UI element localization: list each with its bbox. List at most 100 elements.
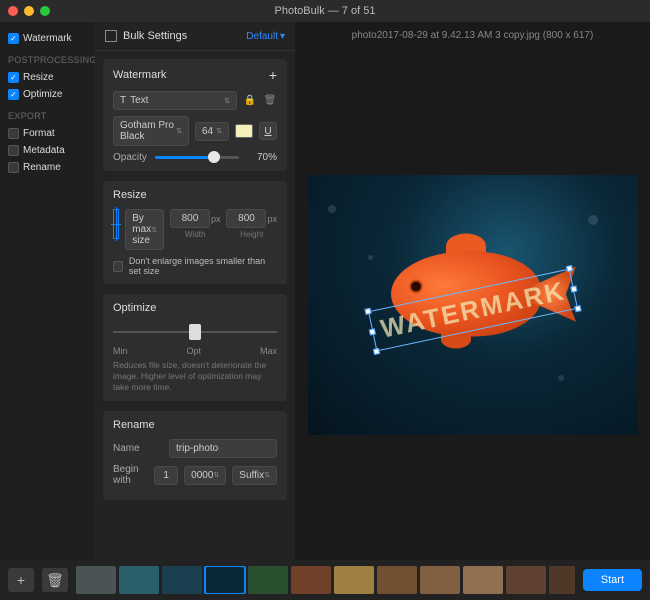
thumbnail[interactable] — [377, 566, 417, 594]
thumbnail[interactable] — [463, 566, 503, 594]
bulk-icon — [105, 30, 117, 42]
resize-anchor[interactable] — [113, 209, 119, 239]
unit-label: px — [267, 214, 277, 224]
unit-label: px — [211, 214, 221, 224]
sidebar-item-resize[interactable]: ✓ Resize — [6, 69, 89, 86]
chevron-updown-icon: ⇅ — [213, 471, 219, 479]
preview-pane: photo2017-08-29 at 9.42.13 AM 3 copy.jpg… — [295, 22, 650, 560]
sidebar-heading-export: EXPORT — [8, 111, 87, 121]
sidebar-item-label: Format — [23, 128, 55, 139]
settings-title: Bulk Settings — [123, 30, 187, 42]
name-input[interactable]: trip-photo — [169, 439, 277, 458]
chevron-updown-icon: ⇅ — [216, 127, 222, 135]
suffix-dropdown[interactable]: Suffix ⇅ — [232, 466, 277, 485]
resize-handle[interactable] — [364, 307, 371, 314]
sidebar-item-metadata[interactable]: Metadata — [6, 142, 89, 159]
optimize-max-label: Max — [260, 346, 277, 356]
trash-icon[interactable]: 🗑 — [263, 94, 277, 108]
color-swatch[interactable] — [235, 124, 253, 138]
checkbox-icon[interactable] — [8, 162, 19, 173]
add-button[interactable]: + — [8, 568, 34, 592]
checkbox-icon[interactable]: ✓ — [8, 33, 19, 44]
preview-image[interactable]: WATERMARK — [308, 175, 638, 435]
sidebar-item-optimize[interactable]: ✓ Optimize — [6, 86, 89, 103]
delete-button[interactable]: 🗑 — [42, 568, 68, 592]
font-label: Gotham Pro Black — [120, 120, 176, 142]
resize-handle[interactable] — [372, 348, 379, 355]
minimize-icon[interactable] — [24, 6, 34, 16]
thumbnail[interactable] — [162, 566, 202, 594]
thumbnail[interactable] — [119, 566, 159, 594]
settings-column: Bulk Settings Default ▾ Watermark + T — [95, 22, 295, 560]
sidebar-item-format[interactable]: Format — [6, 125, 89, 142]
sidebar-item-label: Rename — [23, 162, 61, 173]
chevron-updown-icon: ⇅ — [176, 127, 182, 135]
sidebar-item-label: Metadata — [23, 145, 65, 156]
lock-icon[interactable]: 🔒 — [243, 94, 257, 108]
resize-handle[interactable] — [565, 265, 572, 272]
thumbnail[interactable] — [420, 566, 460, 594]
resize-handle[interactable] — [368, 328, 375, 335]
sidebar-item-label: Watermark — [23, 33, 72, 44]
digits-label: 0000 — [191, 470, 213, 481]
checkbox-icon[interactable] — [8, 145, 19, 156]
preset-label: Default — [246, 31, 278, 42]
window-controls — [0, 6, 50, 16]
width-input[interactable]: 800 — [170, 209, 210, 228]
watermark-type-dropdown[interactable]: T Text ⇅ — [113, 91, 237, 110]
close-icon[interactable] — [8, 6, 18, 16]
preview-filename: photo2017-08-29 at 9.42.13 AM 3 copy.jpg… — [295, 22, 650, 49]
sidebar-item-label: Resize — [23, 72, 54, 83]
checkbox-icon[interactable]: ✓ — [8, 89, 19, 100]
underline-button[interactable]: U — [259, 122, 277, 140]
opacity-value: 70% — [247, 152, 277, 163]
thumbnail[interactable] — [549, 566, 575, 594]
panel-resize: Resize By max size ⇅ 800 px Width — [103, 181, 287, 284]
panel-optimize: Optimize Min Opt Max Reduces file size, … — [103, 294, 287, 401]
font-size-value: 64 — [202, 126, 213, 137]
footer: + 🗑 Start — [0, 560, 650, 600]
chevron-updown-icon: ⇅ — [151, 226, 157, 234]
add-watermark-button[interactable]: + — [269, 67, 277, 83]
panel-title: Resize — [113, 189, 147, 201]
name-label: Name — [113, 443, 163, 454]
opacity-slider[interactable] — [155, 156, 239, 159]
panel-watermark: Watermark + T Text ⇅ 🔒 🗑 — [103, 59, 287, 171]
sidebar-item-label: Optimize — [23, 89, 62, 100]
height-input[interactable]: 800 — [226, 209, 266, 228]
resize-mode-label: By max size — [132, 213, 151, 246]
digits-dropdown[interactable]: 0000 ⇅ — [184, 466, 226, 485]
font-size-stepper[interactable]: 64 ⇅ — [195, 122, 229, 141]
dont-enlarge-checkbox[interactable] — [113, 261, 123, 272]
thumbnail[interactable] — [291, 566, 331, 594]
thumbnail[interactable] — [76, 566, 116, 594]
width-label: Width — [185, 230, 205, 239]
slider-thumb[interactable] — [189, 324, 201, 340]
text-icon: T — [120, 95, 126, 106]
checkbox-icon[interactable] — [8, 128, 19, 139]
font-dropdown[interactable]: Gotham Pro Black ⇅ — [113, 116, 189, 146]
begin-with-input[interactable]: 1 — [154, 466, 178, 485]
dont-enlarge-label: Don't enlarge images smaller than set si… — [129, 256, 277, 276]
resize-handle[interactable] — [570, 285, 577, 292]
thumbnail[interactable] — [334, 566, 374, 594]
sidebar-item-watermark[interactable]: ✓ Watermark — [6, 30, 89, 47]
thumbnail[interactable] — [205, 566, 245, 594]
checkbox-icon[interactable]: ✓ — [8, 72, 19, 83]
preset-dropdown[interactable]: Default ▾ — [246, 31, 285, 42]
optimize-description: Reduces file size, doesn't deteriorate t… — [113, 360, 277, 393]
sidebar-item-rename[interactable]: Rename — [6, 159, 89, 176]
optimize-slider[interactable] — [113, 322, 277, 342]
chevron-down-icon: ▾ — [280, 31, 285, 42]
titlebar: PhotoBulk — 7 of 51 — [0, 0, 650, 22]
thumbnail[interactable] — [248, 566, 288, 594]
zoom-icon[interactable] — [40, 6, 50, 16]
start-button[interactable]: Start — [583, 569, 642, 591]
preview-body: WATERMARK — [295, 49, 650, 560]
panel-title: Optimize — [113, 302, 156, 314]
opacity-label: Opacity — [113, 152, 147, 163]
thumbnail[interactable] — [506, 566, 546, 594]
thumbnail-strip — [76, 566, 575, 594]
resize-mode-dropdown[interactable]: By max size ⇅ — [125, 209, 164, 250]
resize-handle[interactable] — [574, 305, 581, 312]
